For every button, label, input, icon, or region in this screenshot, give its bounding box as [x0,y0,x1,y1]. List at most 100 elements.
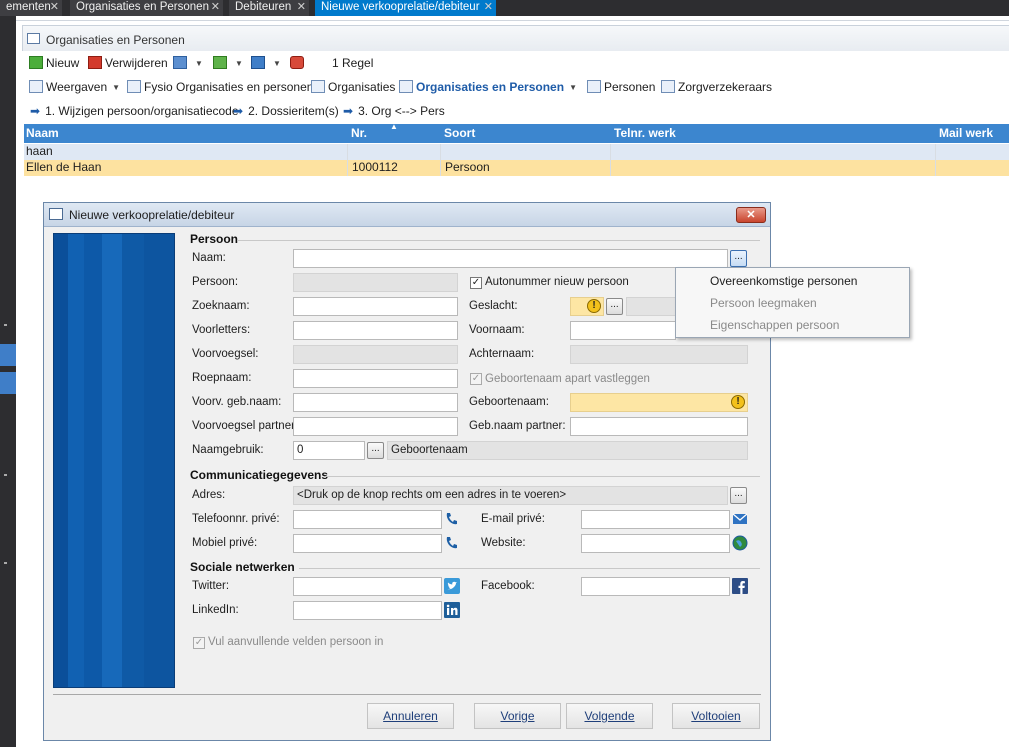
achternaam-field [570,345,748,364]
action-wijzigen[interactable]: ➡ 1. Wijzigen persoon/organisatiecode [30,102,239,120]
chevron-down-icon: ▼ [273,59,281,68]
geb-partner-field[interactable] [570,417,748,436]
twitter-icon[interactable] [444,578,460,594]
divider [237,240,760,241]
column-header-soort[interactable]: Soort [442,124,612,143]
menu-item-persoon-leegmaken[interactable]: Persoon leegmaken [710,296,817,310]
facebook-icon[interactable] [732,578,748,594]
phone-icon[interactable] [444,511,460,527]
tab-ementen[interactable]: ementen ✕ [0,0,62,16]
mobiel-field[interactable] [293,534,442,553]
voltooien-button[interactable]: Voltooien [672,703,760,729]
arrow-right-icon: ➡ [233,104,244,118]
column-header-telnr[interactable]: Telnr. werk [612,124,935,143]
autonummer-checkbox[interactable]: ✓ [470,277,482,289]
close-icon[interactable]: ✕ [297,0,306,15]
naam-field[interactable] [293,249,728,268]
annuleren-label: Annuleren [383,709,438,723]
view-organisaties[interactable]: Organisaties [311,78,395,96]
filter-cell[interactable] [348,144,441,160]
action-org-pers[interactable]: ➡ 3. Org <--> Pers [343,102,445,120]
close-icon[interactable]: ✕ [50,0,59,15]
toolbar-primary: Nieuw Verwijderen ▼ ▼ ▼ 1 Regel [22,52,1009,74]
voorv-partner-field[interactable] [293,417,458,436]
globe-icon[interactable] [732,535,748,551]
views-label: Weergaven [46,80,108,94]
filter-cell[interactable] [441,144,611,160]
volgende-button[interactable]: Volgende [566,703,653,729]
label-twitter: Twitter: [192,580,230,592]
geboortenaam-apart-checkbox[interactable]: ✓ [470,373,482,385]
arrow-right-icon: ➡ [30,104,41,118]
label-autonummer: Autonummer nieuw persoon [485,276,629,288]
filter-cell-naam[interactable]: haan [24,144,348,160]
filter-cell[interactable] [936,144,1009,160]
geboortenaam-field[interactable] [570,393,748,412]
table-row[interactable]: Ellen de Haan 1000112 Persoon [24,160,1009,176]
menu-item-overeenkomstige-personen[interactable]: Overeenkomstige personen [710,274,857,288]
voorletters-field[interactable] [293,321,458,340]
roepnaam-field[interactable] [293,369,458,388]
facebook-field[interactable] [581,577,730,596]
zoeknaam-field[interactable] [293,297,458,316]
voornaam-field[interactable] [570,321,676,340]
voorv-geb-field[interactable] [293,393,458,412]
geslacht-picker-button[interactable]: ... [606,298,623,315]
view-organisaties-personen[interactable]: Organisaties en Personen ▼ [399,78,577,96]
website-field[interactable] [581,534,730,553]
label-geb-partner: Geb.naam partner: [469,420,566,432]
export-dropdown-button[interactable]: ▼ [213,54,243,72]
filter-row[interactable]: haan [24,144,1009,160]
naam-options-button[interactable]: ... [730,250,747,267]
tab-nieuwe-verkooprelatie[interactable]: Nieuwe verkooprelatie/debiteur ✕ [315,0,496,16]
menu-item-eigenschappen-persoon[interactable]: Eigenschappen persoon [710,318,839,332]
tel-prive-field[interactable] [293,510,442,529]
view-fysio[interactable]: Fysio Organisaties en personen [127,78,313,96]
views-dropdown[interactable]: Weergaven ▼ [29,78,120,96]
email-field[interactable] [581,510,730,529]
close-button[interactable]: ✕ [736,207,766,223]
tab-label: Organisaties en Personen [76,1,209,13]
aanvullende-velden-checkbox[interactable]: ✓ [193,637,205,649]
tab-label: Nieuwe verkooprelatie/debiteur [321,1,480,13]
tab-debiteuren[interactable]: Debiteuren ✕ [229,0,309,16]
close-icon[interactable]: ✕ [211,0,220,15]
chevron-down-icon: ▼ [195,59,203,68]
label-geboortenaam: Geboortenaam: [469,396,549,408]
chevron-down-icon: ▼ [569,83,577,92]
linkedin-field[interactable] [293,601,442,620]
label-roepnaam: Roepnaam: [192,372,252,384]
label-persoon: Persoon: [192,276,239,288]
tab-organisaties-personen[interactable]: Organisaties en Personen ✕ [70,0,223,16]
dialog-titlebar: Nieuwe verkooprelatie/debiteur ✕ [44,203,770,227]
side-dot [4,562,7,564]
window-icon [49,208,63,220]
action-dossieritems[interactable]: ➡ 2. Dossieritem(s) [233,102,339,120]
vorige-button[interactable]: Vorige [474,703,561,729]
naamgebruik-picker-button[interactable]: ... [367,442,384,459]
list-icon [311,80,325,93]
label-voornaam: Voornaam: [469,324,525,336]
close-icon[interactable]: ✕ [484,0,493,15]
column-header-naam[interactable]: Naam [24,124,347,143]
view-personen[interactable]: Personen [587,78,655,96]
panel-title: Organisaties en Personen [46,33,185,47]
dialog-title: Nieuwe verkooprelatie/debiteur [69,208,235,222]
adres-picker-button[interactable]: ... [730,487,747,504]
twitter-field[interactable] [293,577,442,596]
filter-cell[interactable] [611,144,936,160]
delete-button[interactable]: Verwijderen [88,54,168,72]
lock-icon [290,56,304,69]
phone-icon[interactable] [444,535,460,551]
filter-dropdown-button[interactable]: ▼ [173,54,203,72]
column-header-mail[interactable]: Mail werk [937,124,1009,143]
naam-context-menu: Overeenkomstige personen Persoon leegmak… [675,267,910,338]
linkedin-icon[interactable] [444,602,460,618]
lock-button[interactable] [290,54,307,72]
new-button[interactable]: Nieuw [29,54,79,72]
check-dropdown-button[interactable]: ▼ [251,54,281,72]
mail-icon[interactable] [732,511,748,527]
naamgebruik-field[interactable]: 0 [293,441,365,460]
view-zorgverzekeraars[interactable]: Zorgverzekeraars [661,78,772,96]
annuleren-button[interactable]: Annuleren [367,703,454,729]
